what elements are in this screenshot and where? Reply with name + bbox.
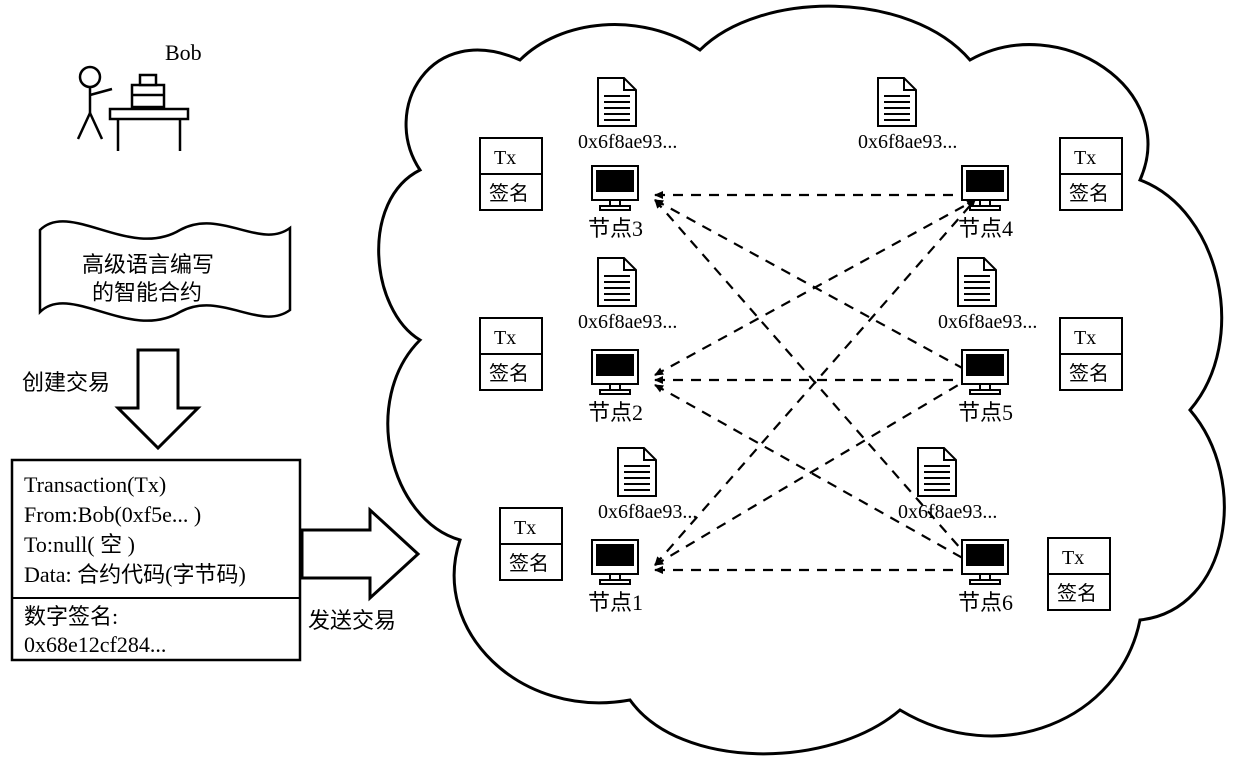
txbox-line1: Transaction(Tx) [24, 472, 166, 497]
node3-label: 节点3 [588, 216, 643, 241]
txcell-bottom: 签名 [509, 552, 549, 575]
banner-line2: 的智能合约 [92, 280, 202, 305]
contract-hash-label: 0x6f8ae93... [858, 131, 957, 153]
node1-label: 节点1 [588, 590, 643, 615]
create-tx-arrow-icon [118, 350, 198, 448]
txbox-line3: To:null( 空 ) [24, 532, 135, 557]
contract-doc-icon [598, 258, 636, 306]
user-name-label: Bob [165, 40, 202, 65]
contract-doc-icon [878, 78, 916, 126]
contract-hash-label: 0x6f8ae93... [938, 311, 1037, 333]
banner-line1: 高级语言编写 [82, 252, 214, 277]
txcell-top: Tx [1074, 327, 1096, 349]
txcell-bottom: 签名 [1069, 182, 1109, 205]
node5-label: 节点5 [958, 400, 1013, 425]
contract-source-banner: 高级语言编写 的智能合约 [40, 221, 290, 320]
node6-label: 节点6 [958, 590, 1013, 615]
txcell-top: Tx [1062, 547, 1084, 569]
contract-doc-icon [958, 258, 996, 306]
contract-hash-label: 0x6f8ae93... [578, 131, 677, 153]
create-tx-arrow-label: 创建交易 [22, 370, 110, 395]
contract-doc-icon [598, 78, 636, 126]
send-tx-arrow-label: 发送交易 [308, 608, 396, 633]
txcell-bottom: 签名 [489, 182, 529, 205]
contract-hash-label: 0x6f8ae93... [578, 311, 677, 333]
txbox-sig-value: 0x68e12cf284... [24, 632, 166, 657]
send-tx-arrow-icon [302, 510, 418, 598]
txcell-bottom: 签名 [489, 362, 529, 385]
transaction-box: Transaction(Tx) From:Bob(0xf5e... ) To:n… [12, 460, 300, 660]
txcell-top: Tx [494, 327, 516, 349]
node2-label: 节点2 [588, 400, 643, 425]
txcell-top: Tx [494, 147, 516, 169]
txbox-line4: Data: 合约代码(字节码) [24, 562, 246, 587]
txcell-top: Tx [514, 517, 536, 539]
txcell-top: Tx [1074, 147, 1096, 169]
txcell-bottom: 签名 [1069, 362, 1109, 385]
txbox-line2: From:Bob(0xf5e... ) [24, 502, 201, 527]
contract-hash-label: 0x6f8ae93... [598, 501, 697, 523]
txbox-sig-label: 数字签名: [24, 604, 118, 629]
contract-doc-icon [918, 448, 956, 496]
node4-label: 节点4 [958, 216, 1013, 241]
contract-doc-icon [618, 448, 656, 496]
txcell-bottom: 签名 [1057, 582, 1097, 605]
user-at-desk-icon [78, 67, 188, 151]
contract-hash-label: 0x6f8ae93... [898, 501, 997, 523]
